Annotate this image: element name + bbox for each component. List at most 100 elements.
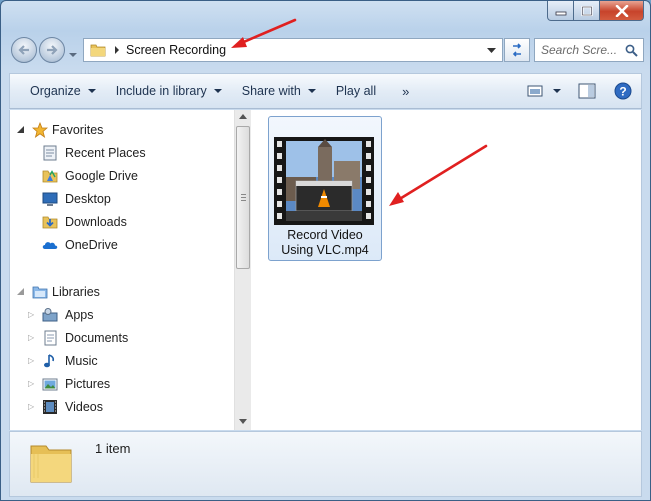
favorites-star-icon <box>32 122 48 138</box>
share-with-menu[interactable]: Share with <box>232 73 326 109</box>
expand-arrow-icon[interactable]: ▷ <box>28 333 42 342</box>
apps-icon <box>42 307 58 323</box>
navigation-pane: Favorites Recent Places Google Drive Des… <box>10 110 234 430</box>
sidebar-item-videos[interactable]: ▷ Videos <box>10 395 234 418</box>
scroll-up-icon[interactable] <box>239 114 247 120</box>
sidebar-item-label: Music <box>65 353 98 368</box>
explorer-window: Screen Recording Organize Include in lib… <box>0 0 651 501</box>
chevron-down-icon <box>87 88 96 93</box>
videos-icon <box>42 399 58 415</box>
expand-arrow-icon[interactable]: ▷ <box>28 402 42 411</box>
help-button[interactable]: ? <box>609 77 637 105</box>
google-drive-icon <box>42 168 58 184</box>
onedrive-icon <box>42 237 58 253</box>
address-bar[interactable]: Screen Recording <box>83 38 503 62</box>
sidebar-item-documents[interactable]: ▷ Documents <box>10 326 234 349</box>
forward-arrow-icon <box>47 45 58 55</box>
video-file-icon <box>274 137 374 225</box>
sidebar-item-music[interactable]: ▷ Music <box>10 349 234 372</box>
scrollbar-thumb[interactable] <box>236 126 250 269</box>
sidebar-item-label: Google Drive <box>65 168 138 183</box>
sidebar-item-pictures[interactable]: ▷ Pictures <box>10 372 234 395</box>
desktop-icon <box>42 191 58 207</box>
command-bar: Organize Include in library Share with P… <box>9 73 642 109</box>
organize-menu[interactable]: Organize <box>20 73 106 109</box>
file-item[interactable]: Record Video Using VLC.mp4 <box>268 116 382 261</box>
share-with-label: Share with <box>241 84 301 98</box>
search-box[interactable] <box>534 38 644 62</box>
favorites-header[interactable]: Favorites <box>10 119 234 141</box>
maximize-button[interactable] <box>574 1 600 21</box>
folder-icon <box>30 445 72 483</box>
chevron-down-icon <box>553 88 561 93</box>
recent-places-icon <box>42 145 58 161</box>
view-dropdown[interactable] <box>549 77 565 105</box>
recent-pages-dropdown[interactable] <box>69 47 77 61</box>
include-in-library-label: Include in library <box>115 84 207 98</box>
collapse-triangle-icon[interactable] <box>16 287 28 297</box>
libraries-label: Libraries <box>52 285 100 299</box>
music-icon <box>42 353 58 369</box>
organize-label: Organize <box>30 84 81 98</box>
address-row: Screen Recording <box>9 35 644 65</box>
change-view-button[interactable] <box>521 77 549 105</box>
play-all-label: Play all <box>335 84 377 98</box>
sidebar-item-label: OneDrive <box>65 237 118 252</box>
back-arrow-icon <box>18 45 29 55</box>
minimize-icon <box>555 11 566 15</box>
libraries-group: Libraries ▷ Apps ▷ Documents ▷ Music ▷ P… <box>10 281 234 418</box>
sidebar-item-label: Apps <box>65 307 94 322</box>
sidebar-item-label: Documents <box>65 330 129 345</box>
sidebar-item-label: Pictures <box>65 376 111 391</box>
forward-button[interactable] <box>39 37 65 63</box>
sidebar-item-recent-places[interactable]: Recent Places <box>10 141 234 164</box>
maximize-icon <box>580 5 593 16</box>
more-commands-button[interactable]: » <box>392 73 418 109</box>
sidebar-item-downloads[interactable]: Downloads <box>10 210 234 233</box>
preview-pane-button[interactable] <box>573 77 601 105</box>
scroll-down-icon[interactable] <box>239 419 247 425</box>
include-in-library-menu[interactable]: Include in library <box>106 73 232 109</box>
collapse-triangle-icon[interactable] <box>16 125 28 135</box>
sidebar-item-google-drive[interactable]: Google Drive <box>10 164 234 187</box>
play-all-button[interactable]: Play all <box>326 73 386 109</box>
sidebar-item-desktop[interactable]: Desktop <box>10 187 234 210</box>
close-icon <box>615 4 628 17</box>
expand-arrow-icon[interactable]: ▷ <box>28 310 42 319</box>
sidebar-item-label: Desktop <box>65 191 111 206</box>
sidebar-item-label: Videos <box>65 399 103 414</box>
folder-icon <box>90 44 106 57</box>
search-icon[interactable] <box>625 44 638 57</box>
sidebar-item-apps[interactable]: ▷ Apps <box>10 303 234 326</box>
expand-arrow-icon[interactable]: ▷ <box>28 356 42 365</box>
back-button[interactable] <box>11 37 37 63</box>
expand-arrow-icon[interactable]: ▷ <box>28 379 42 388</box>
favorites-label: Favorites <box>52 123 104 137</box>
close-button[interactable] <box>600 1 644 21</box>
address-dropdown-icon[interactable] <box>487 48 496 54</box>
minimize-button[interactable] <box>547 1 574 21</box>
breadcrumb-separator-icon <box>115 46 119 54</box>
sidebar-item-label: Downloads <box>65 214 127 229</box>
chevron-down-icon <box>213 88 222 93</box>
sidebar-item-label: Recent Places <box>65 145 146 160</box>
caption-buttons <box>547 1 644 21</box>
help-icon: ? <box>614 82 632 100</box>
refresh-icon <box>512 43 522 57</box>
view-options-icon <box>527 85 543 97</box>
libraries-icon <box>32 286 48 299</box>
svg-text:?: ? <box>619 85 626 99</box>
details-pane: 1 item <box>9 431 642 497</box>
preview-pane-icon <box>578 83 596 99</box>
search-input[interactable] <box>541 43 619 57</box>
refresh-button[interactable] <box>504 38 530 62</box>
breadcrumb-current[interactable]: Screen Recording <box>126 43 226 57</box>
chevron-down-icon <box>307 88 316 93</box>
navigation-scrollbar[interactable] <box>234 110 251 430</box>
downloads-icon <box>42 214 58 230</box>
chevron-down-icon <box>69 53 77 57</box>
content-area: Favorites Recent Places Google Drive Des… <box>9 110 642 430</box>
libraries-header[interactable]: Libraries <box>10 281 234 303</box>
favorites-group: Favorites Recent Places Google Drive Des… <box>10 119 234 256</box>
sidebar-item-onedrive[interactable]: OneDrive <box>10 233 234 256</box>
